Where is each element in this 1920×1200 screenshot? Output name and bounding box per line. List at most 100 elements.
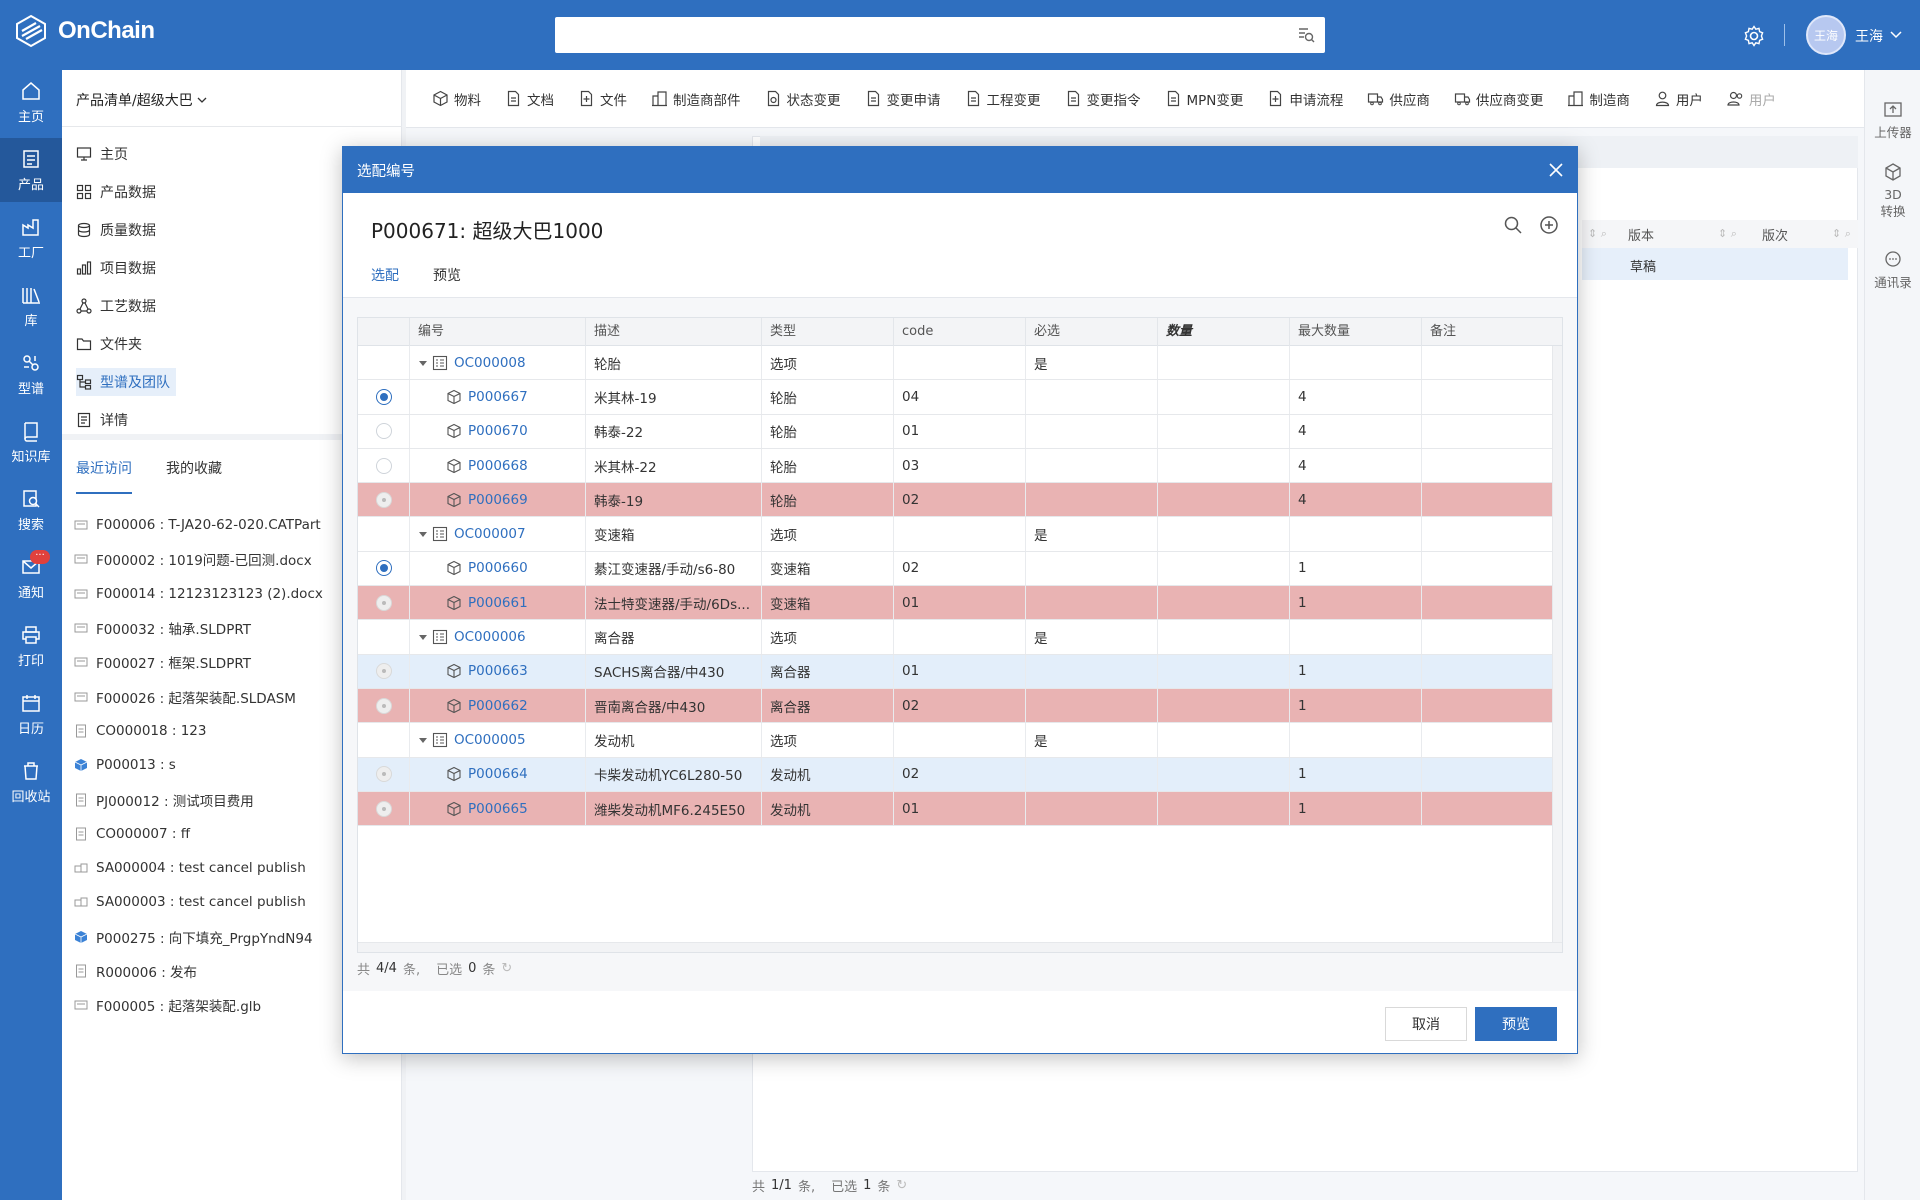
- nav-item-home[interactable]: 主页: [0, 70, 62, 134]
- quantity-cell[interactable]: [1158, 620, 1290, 654]
- group-row[interactable]: OC000007 变速箱 选项 是: [358, 517, 1553, 552]
- tool-material[interactable]: 物料: [420, 89, 493, 109]
- select-cell[interactable]: [358, 414, 410, 448]
- select-cell[interactable]: [358, 517, 410, 551]
- col-quantity[interactable]: 数量: [1158, 318, 1290, 346]
- user-name[interactable]: 王海: [1855, 26, 1883, 46]
- select-radio[interactable]: [375, 491, 392, 508]
- menu-item-project-data[interactable]: 项目数据: [76, 254, 162, 282]
- table-row[interactable]: P000664 卡柴发动机YC6L280-50 发动机 02 1: [358, 757, 1553, 792]
- group-code[interactable]: OC000007: [454, 526, 526, 542]
- select-radio[interactable]: [375, 388, 392, 405]
- close-icon[interactable]: [1547, 161, 1565, 179]
- menu-item-spectrum-team[interactable]: 型谱及团队: [76, 368, 176, 396]
- quantity-cell[interactable]: [1158, 757, 1290, 791]
- nav-item-factory[interactable]: 工厂: [0, 206, 62, 270]
- tool-mpn-change[interactable]: MPN变更: [1153, 89, 1256, 109]
- tool-mfr-part[interactable]: 制造商部件: [639, 89, 753, 109]
- remark-cell[interactable]: [1422, 483, 1553, 516]
- select-cell[interactable]: [358, 380, 410, 414]
- part-code-link[interactable]: P000667: [468, 389, 528, 405]
- remark-cell[interactable]: [1422, 689, 1553, 722]
- group-code[interactable]: OC000008: [454, 355, 526, 371]
- remark-cell[interactable]: [1422, 552, 1553, 585]
- quantity-cell[interactable]: [1158, 517, 1290, 551]
- tool-document[interactable]: 文档: [493, 89, 566, 109]
- remark-cell[interactable]: [1422, 449, 1553, 482]
- quantity-cell[interactable]: [1158, 654, 1290, 688]
- part-code-link[interactable]: P000663: [468, 663, 528, 679]
- part-code-link[interactable]: P000670: [468, 423, 528, 439]
- sort-icon[interactable]: ⇕ ⌕: [1582, 227, 1628, 241]
- col-desc[interactable]: 描述: [586, 318, 762, 346]
- quantity-cell[interactable]: [1158, 723, 1290, 757]
- table-row[interactable]: 草稿: [1582, 248, 1848, 280]
- tool-supplier-change[interactable]: 供应商变更: [1442, 89, 1556, 109]
- select-cell[interactable]: [358, 688, 410, 723]
- remark-cell[interactable]: [1422, 415, 1553, 448]
- quantity-cell[interactable]: [1158, 551, 1290, 586]
- nav-item-trash[interactable]: 回收站: [0, 750, 62, 814]
- breadcrumb[interactable]: 产品清单/超级大巴: [76, 90, 207, 110]
- table-row[interactable]: P000665 潍柴发动机MF6.245E50 发动机 01 1: [358, 791, 1553, 827]
- nav-item-product[interactable]: 产品: [0, 138, 62, 202]
- col-code[interactable]: 编号: [410, 318, 586, 346]
- part-code-link[interactable]: P000662: [468, 698, 528, 714]
- quantity-cell[interactable]: [1158, 791, 1290, 826]
- table-row[interactable]: P000667 米其林-19 轮胎 04 4: [358, 380, 1553, 415]
- global-search-input[interactable]: [555, 17, 1325, 53]
- preview-button[interactable]: 预览: [1475, 1007, 1557, 1041]
- select-cell[interactable]: [358, 551, 410, 586]
- select-radio[interactable]: [375, 697, 392, 714]
- select-radio[interactable]: [375, 457, 392, 474]
- chevron-down-icon[interactable]: [1890, 30, 1902, 40]
- select-radio[interactable]: [375, 560, 392, 577]
- select-cell[interactable]: [358, 620, 410, 654]
- menu-item-folder[interactable]: 文件夹: [76, 330, 148, 358]
- nav-item-library[interactable]: 库: [0, 274, 62, 338]
- tool-status-change[interactable]: 状态变更: [753, 89, 853, 109]
- table-row[interactable]: P000662 晋南离合器/中430 离合器 02 1: [358, 688, 1553, 724]
- col-max-qty[interactable]: 最大数量: [1290, 318, 1422, 346]
- nav-item-calendar[interactable]: 日历: [0, 682, 62, 746]
- table-row[interactable]: P000661 法士特变速器/手动/6Ds... 变速箱 01 1: [358, 586, 1553, 621]
- quantity-cell[interactable]: [1158, 688, 1290, 723]
- table-row[interactable]: P000670 韩泰-22 轮胎 01 4: [358, 414, 1553, 449]
- tab-favorites[interactable]: 我的收藏: [166, 458, 222, 494]
- add-circle-icon[interactable]: [1539, 215, 1559, 235]
- remark-cell[interactable]: [1422, 346, 1553, 379]
- sort-icon[interactable]: ⇕ ⌕: [1718, 227, 1762, 241]
- select-cell[interactable]: [358, 757, 410, 791]
- gear-icon[interactable]: [1742, 24, 1766, 48]
- remark-cell[interactable]: [1422, 586, 1553, 619]
- part-code-link[interactable]: P000664: [468, 766, 528, 782]
- nav-item-knowledge[interactable]: 知识库: [0, 410, 62, 474]
- vertical-scrollbar[interactable]: [1552, 346, 1562, 942]
- caret-down-icon[interactable]: [418, 358, 428, 368]
- caret-down-icon[interactable]: [418, 529, 428, 539]
- avatar[interactable]: 王海: [1806, 15, 1846, 55]
- table-row[interactable]: P000669 韩泰-19 轮胎 02 4: [358, 483, 1553, 518]
- quantity-cell[interactable]: [1158, 448, 1290, 483]
- menu-item-detail[interactable]: 详情: [76, 406, 134, 434]
- remark-cell[interactable]: [1422, 655, 1553, 688]
- caret-down-icon[interactable]: [418, 632, 428, 642]
- quantity-cell[interactable]: [1158, 414, 1290, 448]
- tab-configure[interactable]: 选配: [371, 265, 399, 299]
- app-logo[interactable]: OnChain: [14, 14, 155, 48]
- select-cell[interactable]: [358, 791, 410, 826]
- quantity-cell[interactable]: [1158, 483, 1290, 517]
- tab-preview[interactable]: 预览: [433, 265, 461, 299]
- menu-item-home[interactable]: 主页: [76, 140, 134, 168]
- select-radio[interactable]: [375, 766, 392, 783]
- remark-cell[interactable]: [1422, 758, 1553, 791]
- 3d-convert-button[interactable]: 3D 转换: [1865, 162, 1920, 220]
- search-doc-icon[interactable]: [1297, 26, 1315, 44]
- part-code-link[interactable]: P000661: [468, 595, 528, 611]
- part-code-link[interactable]: P000665: [468, 801, 528, 817]
- refresh-icon[interactable]: ↻: [501, 961, 512, 976]
- col-codeval[interactable]: code: [894, 318, 1026, 346]
- remark-cell[interactable]: [1422, 723, 1553, 756]
- table-row[interactable]: P000663 SACHS离合器/中430 离合器 01 1: [358, 654, 1553, 689]
- cancel-button[interactable]: 取消: [1385, 1007, 1467, 1041]
